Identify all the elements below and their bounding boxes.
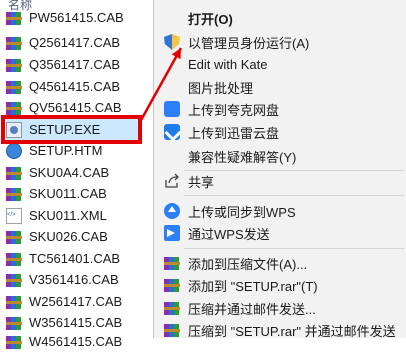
- menu-item-label: 上传或同步到WPS: [188, 204, 296, 220]
- winrar-archive-icon: [6, 165, 22, 181]
- menu-item-upload-xunlei[interactable]: 上传到迅雷云盘: [154, 121, 406, 143]
- file-row-setup-exe[interactable]: SETUP.EXE: [6, 119, 138, 140]
- file-name: SKU011.CAB: [29, 186, 107, 201]
- menu-item-share[interactable]: 共享: [154, 170, 406, 192]
- winrar-archive-icon: [6, 79, 22, 95]
- wps-send-icon: [164, 225, 180, 241]
- file-name: W4561415.CAB: [29, 334, 123, 349]
- menu-item-label: 上传到迅雷云盘: [188, 125, 280, 141]
- menu-item-label: 压缩并通过邮件发送...: [188, 301, 316, 317]
- menu-item-label: 压缩到 "SETUP.rar" 并通过邮件发送: [188, 323, 396, 339]
- menu-item-label: 兼容性疑难解答(Y): [188, 149, 297, 165]
- menu-item-label: 添加到压缩文件(A)...: [188, 256, 308, 272]
- file-row-pw561415-cab[interactable]: PW561415.CAB: [6, 7, 156, 28]
- uac-shield-icon: [164, 34, 180, 50]
- file-row-setup-htm[interactable]: SETUP.HTM: [6, 140, 156, 161]
- context-menu: 打开(O) 以管理员身份运行(A) Edit with Kate 图片批处理 上…: [153, 0, 406, 339]
- file-row-w2561417-cab[interactable]: W2561417.CAB: [6, 291, 156, 312]
- setup-exe-icon: [6, 121, 22, 138]
- file-row-v3561416-cab[interactable]: V3561416.CAB: [6, 269, 156, 290]
- file-row-sku026-cab[interactable]: SKU026.CAB: [6, 226, 156, 247]
- menu-item-add-to-setup-rar[interactable]: 添加到 "SETUP.rar"(T): [154, 274, 406, 296]
- winrar-archive-icon: [6, 35, 22, 51]
- file-name: SKU0A4.CAB: [29, 165, 110, 180]
- menu-item-run-as-admin[interactable]: 以管理员身份运行(A): [154, 31, 406, 53]
- wps-cloud-icon: [164, 203, 180, 219]
- file-row-tc561401-cab[interactable]: TC561401.CAB: [6, 248, 156, 269]
- winrar-archive-icon: [6, 10, 22, 26]
- file-name: PW561415.CAB: [29, 10, 124, 25]
- file-name: Q3561417.CAB: [29, 57, 121, 72]
- menu-item-label: 图片批处理: [188, 80, 254, 96]
- file-row-sku0a4-cab[interactable]: SKU0A4.CAB: [6, 162, 156, 183]
- menu-separator: [184, 195, 404, 196]
- menu-item-label: 打开(O): [188, 11, 233, 27]
- file-row-qv561415-cab[interactable]: QV561415.CAB: [6, 97, 156, 118]
- file-name: SKU026.CAB: [29, 229, 108, 244]
- winrar-archive-icon: [164, 322, 180, 338]
- file-name: SETUP.EXE: [29, 122, 101, 137]
- winrar-archive-icon: [6, 100, 22, 116]
- menu-item-upload-wps[interactable]: 上传或同步到WPS: [154, 200, 406, 222]
- share-icon: [164, 173, 180, 189]
- menu-item-add-to-archive[interactable]: 添加到压缩文件(A)...: [154, 252, 406, 274]
- menu-item-label: 通过WPS发送: [188, 226, 270, 242]
- winrar-archive-icon: [164, 300, 180, 316]
- winrar-archive-icon: [6, 229, 22, 245]
- html-file-icon: [6, 142, 22, 159]
- xml-file-icon: [6, 207, 22, 224]
- file-name: W2561417.CAB: [29, 294, 123, 309]
- winrar-archive-icon: [6, 251, 22, 267]
- quark-icon: [164, 101, 180, 117]
- menu-item-label: 以管理员身份运行(A): [188, 35, 310, 51]
- xunlei-icon: [164, 124, 180, 140]
- winrar-archive-icon: [6, 272, 22, 288]
- menu-item-label: 上传到夸克网盘: [188, 102, 280, 118]
- menu-item-image-batch[interactable]: 图片批处理: [154, 76, 406, 98]
- menu-item-compat-troubleshoot[interactable]: 兼容性疑难解答(Y): [154, 145, 406, 167]
- menu-item-upload-quark[interactable]: 上传到夸克网盘: [154, 98, 406, 120]
- winrar-archive-icon: [6, 294, 22, 310]
- file-row-q3561417-cab[interactable]: Q3561417.CAB: [6, 54, 156, 75]
- winrar-archive-icon: [164, 277, 180, 293]
- file-row-w4561415-cab[interactable]: W4561415.CAB: [6, 331, 156, 352]
- file-row-q2561417-cab[interactable]: Q2561417.CAB: [6, 32, 156, 53]
- menu-item-compress-and-email[interactable]: 压缩并通过邮件发送...: [154, 297, 406, 319]
- file-name: Q4561415.CAB: [29, 79, 121, 94]
- menu-item-open[interactable]: 打开(O): [154, 7, 406, 29]
- file-name: Q2561417.CAB: [29, 35, 121, 50]
- menu-item-label: 添加到 "SETUP.rar"(T): [188, 278, 318, 294]
- file-list: 名称 PW561415.CAB Q2561417.CAB Q3561417.CA…: [0, 0, 160, 349]
- winrar-archive-icon: [6, 186, 22, 202]
- file-row-w3561415-cab[interactable]: W3561415.CAB: [6, 312, 156, 333]
- file-name: TC561401.CAB: [29, 251, 121, 266]
- menu-item-label: 共享: [188, 174, 215, 190]
- menu-separator: [184, 248, 404, 249]
- file-name: V3561416.CAB: [29, 272, 119, 287]
- menu-item-label: Edit with Kate: [188, 56, 268, 72]
- menu-item-send-via-wps[interactable]: 通过WPS发送: [154, 222, 406, 244]
- menu-item-edit-with-kate[interactable]: Edit with Kate: [154, 53, 406, 75]
- winrar-archive-icon: [164, 255, 180, 271]
- file-name: W3561415.CAB: [29, 315, 123, 330]
- winrar-archive-icon: [6, 334, 22, 350]
- winrar-archive-icon: [6, 57, 22, 73]
- file-row-sku011-cab[interactable]: SKU011.CAB: [6, 183, 156, 204]
- file-row-q4561415-cab[interactable]: Q4561415.CAB: [6, 76, 156, 97]
- file-row-sku011-xml[interactable]: SKU011.XML: [6, 205, 156, 226]
- file-name: QV561415.CAB: [29, 100, 122, 115]
- file-name: SETUP.HTM: [29, 143, 103, 158]
- file-name: SKU011.XML: [29, 208, 107, 223]
- winrar-archive-icon: [6, 315, 22, 331]
